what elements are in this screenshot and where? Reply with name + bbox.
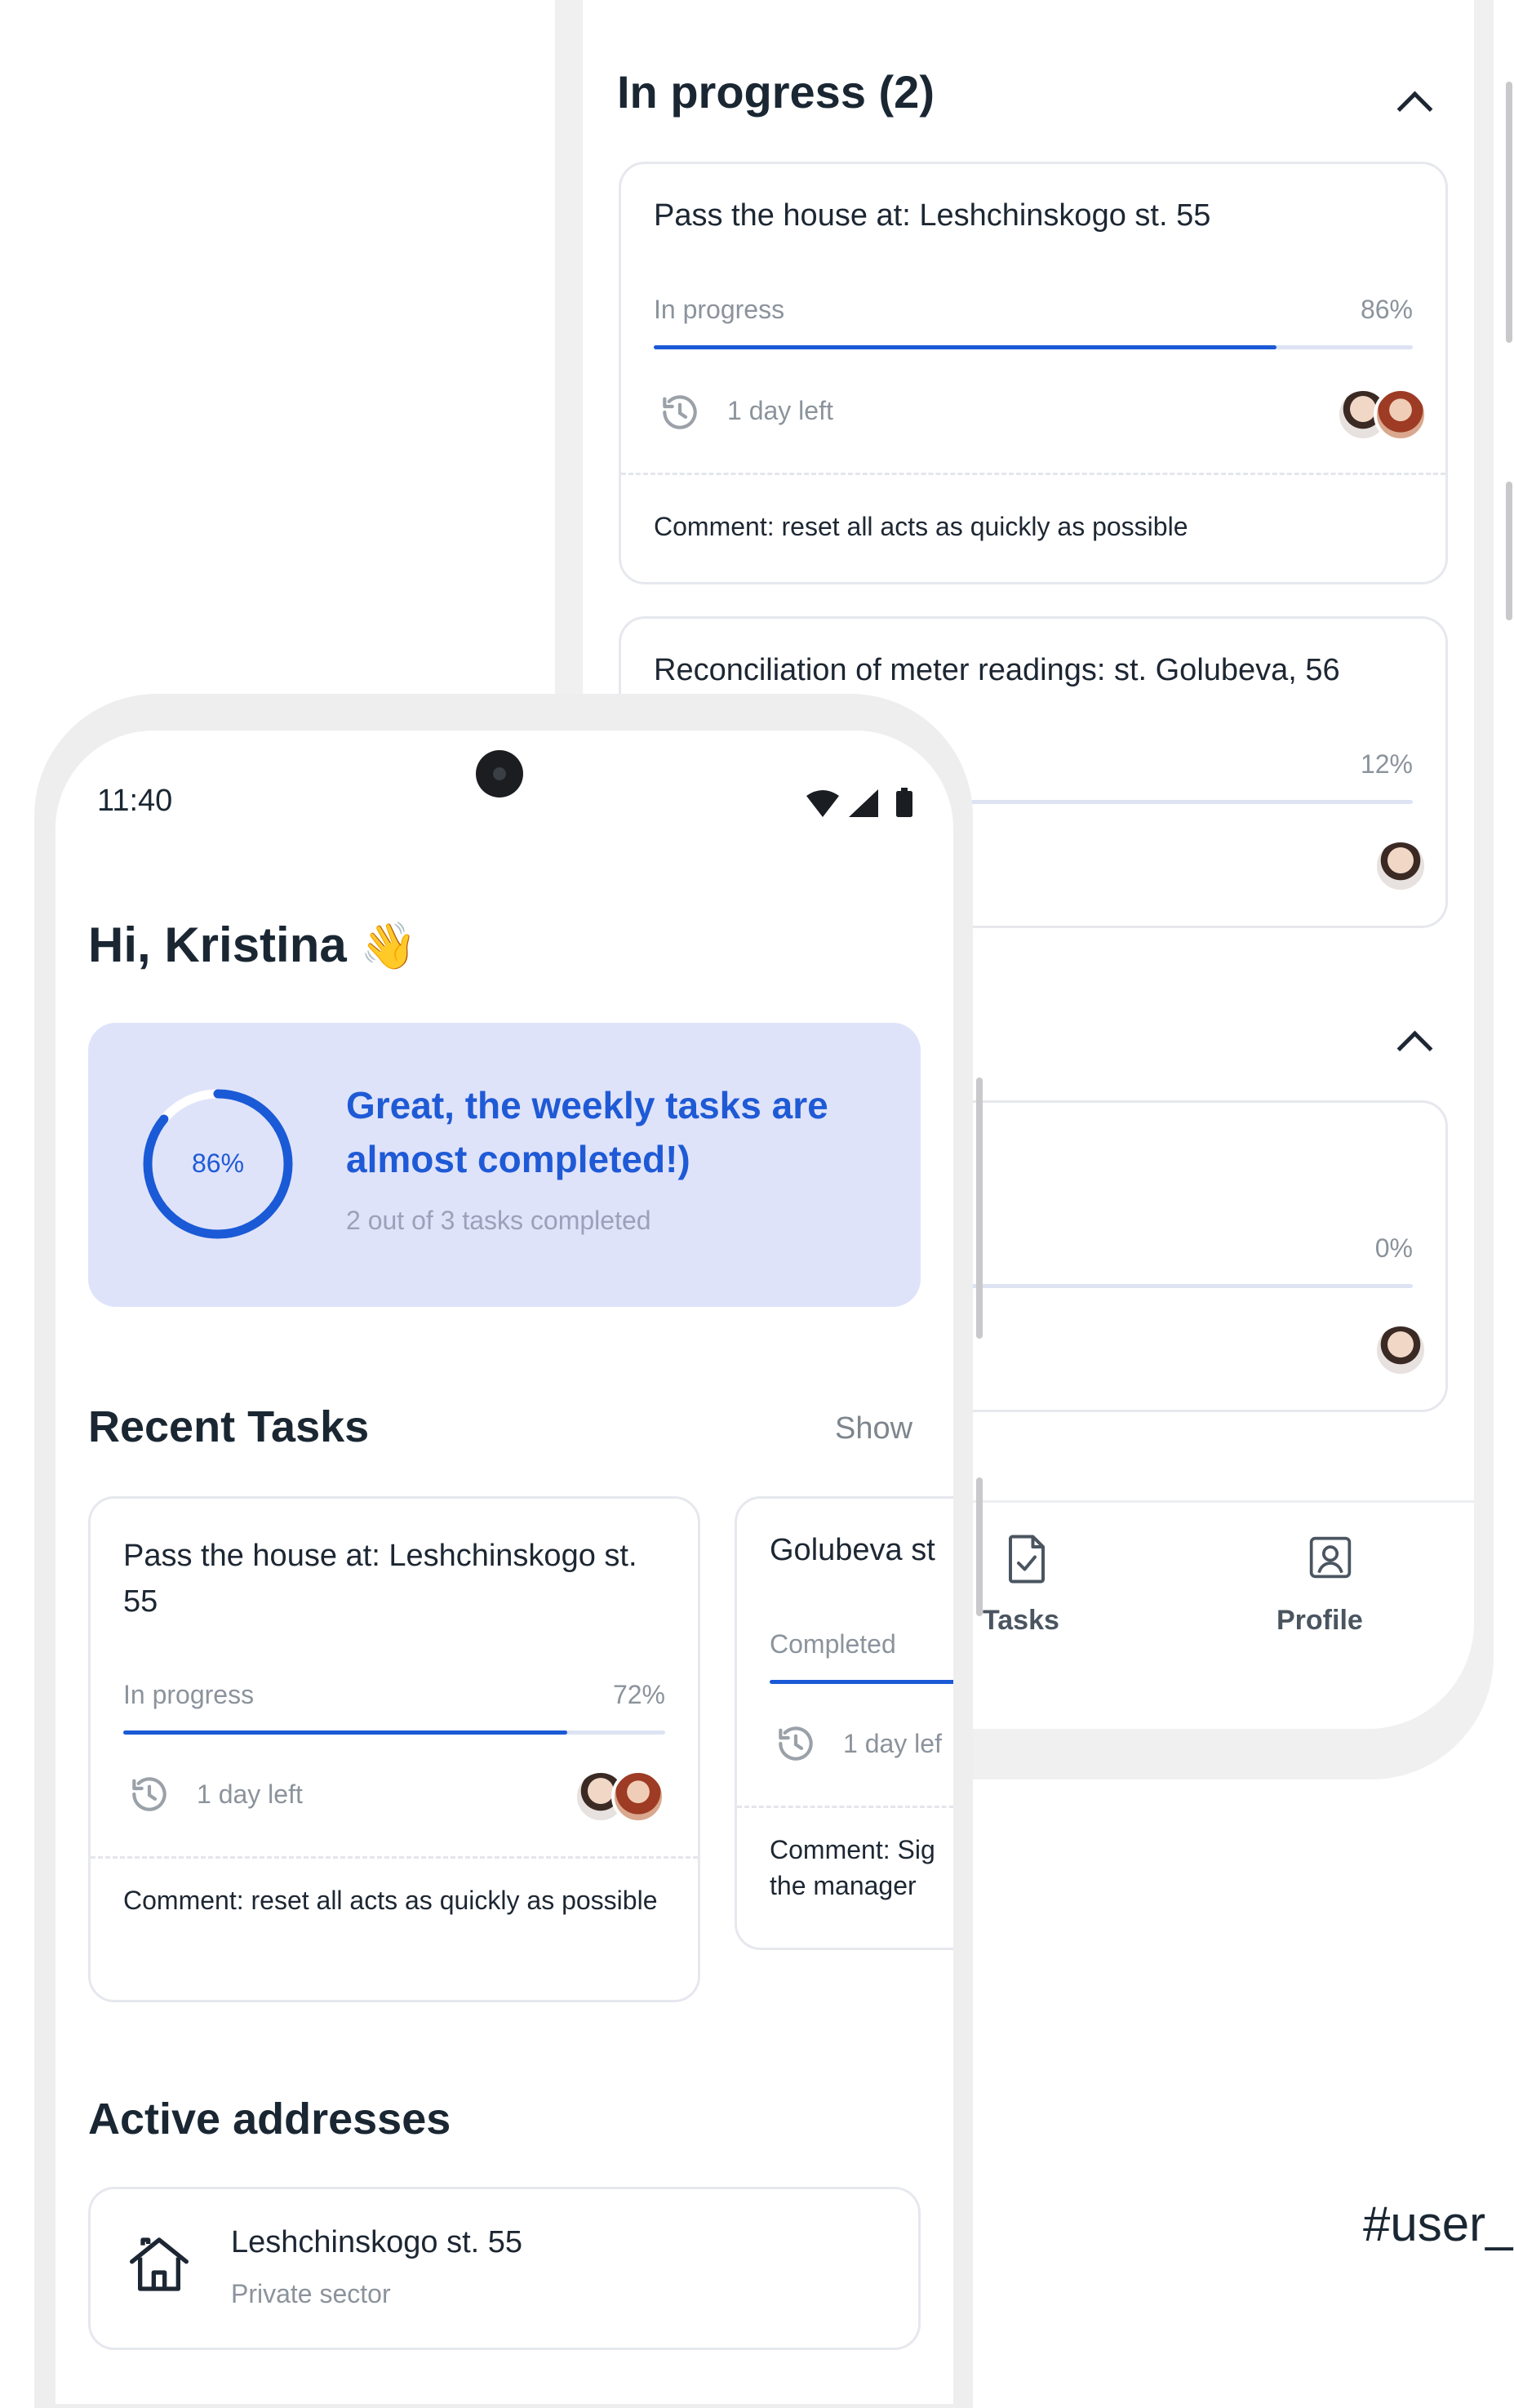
battery-icon [896, 791, 912, 817]
task-title: Golubeva st [770, 1533, 935, 1567]
greeting-title: Hi, Kristina 👋 [88, 917, 417, 973]
history-icon [132, 1777, 166, 1811]
address-item[interactable]: Leshchinskogo st. 55 Private sector [88, 2187, 921, 2350]
chevron-up-icon[interactable] [1396, 91, 1433, 127]
task-comment: Comment: reset all acts as quickly as po… [654, 512, 1188, 541]
chevron-up-icon[interactable] [1396, 1030, 1433, 1067]
front-camera [476, 750, 523, 797]
hashtag-text: #user_ [1363, 2197, 1513, 2251]
address-name: Leshchinskogo st. 55 [231, 2225, 523, 2259]
task-card[interactable]: Golubeva st Completed 1 day lef Comment:… [735, 1496, 953, 1950]
task-comment: Comment: reset all acts as quickly as po… [123, 1886, 658, 1915]
progress-ring-label: 86% [191, 1148, 245, 1178]
status-time: 11:40 [97, 784, 173, 818]
task-percent: 0% [1374, 1233, 1413, 1263]
task-document-icon [1009, 1535, 1045, 1584]
show-link[interactable]: Show [835, 1411, 912, 1446]
summary-title: Great, the weekly tasks are almost compl… [346, 1084, 828, 1180]
progress-track [123, 1730, 665, 1735]
avatar [1374, 839, 1427, 893]
progress-track [654, 345, 1413, 349]
wifi-icon [806, 790, 839, 817]
task-status: Completed [770, 1629, 896, 1659]
task-percent: 72% [612, 1680, 665, 1709]
task-percent: 12% [1360, 749, 1413, 779]
task-card[interactable]: Pass the house at: Leshchinskogo st. 55 … [88, 1496, 700, 2002]
avatar [1374, 1323, 1427, 1377]
time-left: 1 day left [197, 1779, 303, 1809]
summary-subtitle: 2 out of 3 tasks completed [346, 1206, 651, 1235]
divider [91, 1856, 698, 1859]
status-icons [806, 788, 912, 817]
side-button [1506, 482, 1512, 620]
progress-fill [123, 1730, 568, 1735]
active-addresses-heading: Active addresses [88, 2095, 451, 2144]
time-left: 1 day left [727, 396, 833, 425]
task-title: Reconciliation of meter readings: st. Go… [654, 653, 1340, 687]
greeting-text: Hi, Kristina [88, 917, 347, 972]
nav-item-tasks[interactable]: Tasks [975, 1535, 1081, 1657]
weekly-summary-card[interactable]: 86% Great, the weekly tasks are almost c… [88, 1023, 921, 1307]
task-title: Pass the house at: Leshchinskogo st. 55 [123, 1539, 637, 1619]
side-button [1506, 82, 1512, 343]
progress-fill [654, 345, 1276, 349]
time-left: 1 day lef [843, 1729, 942, 1758]
front-phone-screen: 11:40 Hi, Kristina 👋 86% Great, the week… [55, 731, 953, 2404]
avatar [611, 1770, 665, 1824]
section-title-in-progress: In progress (2) [617, 66, 935, 118]
recent-tasks-heading: Recent Tasks [88, 1402, 370, 1451]
progress-fill [770, 1680, 953, 1684]
divider [737, 1806, 953, 1808]
task-status: In progress [123, 1680, 255, 1709]
task-comment: Comment: Sig the manager [770, 1835, 935, 1900]
address-type: Private sector [231, 2279, 391, 2308]
profile-icon [1309, 1536, 1352, 1579]
house-icon [130, 2237, 189, 2291]
nav-label-profile: Profile [1276, 1605, 1363, 1636]
divider [621, 473, 1445, 475]
side-button [976, 1477, 983, 1616]
waving-hand-icon: 👋 [360, 920, 418, 971]
history-icon [779, 1726, 813, 1761]
task-status: In progress [654, 295, 785, 324]
nav-item-profile[interactable]: Profile [1276, 1535, 1391, 1657]
task-title: Pass the house at: Leshchinskogo st. 55 [654, 198, 1211, 233]
history-icon [663, 395, 697, 429]
task-percent: 86% [1360, 295, 1413, 324]
avatar [1374, 388, 1427, 442]
task-card[interactable]: Pass the house at: Leshchinskogo st. 55 … [619, 162, 1448, 584]
side-button [976, 1077, 983, 1339]
signal-icon [849, 789, 878, 817]
nav-label-tasks: Tasks [983, 1605, 1059, 1636]
